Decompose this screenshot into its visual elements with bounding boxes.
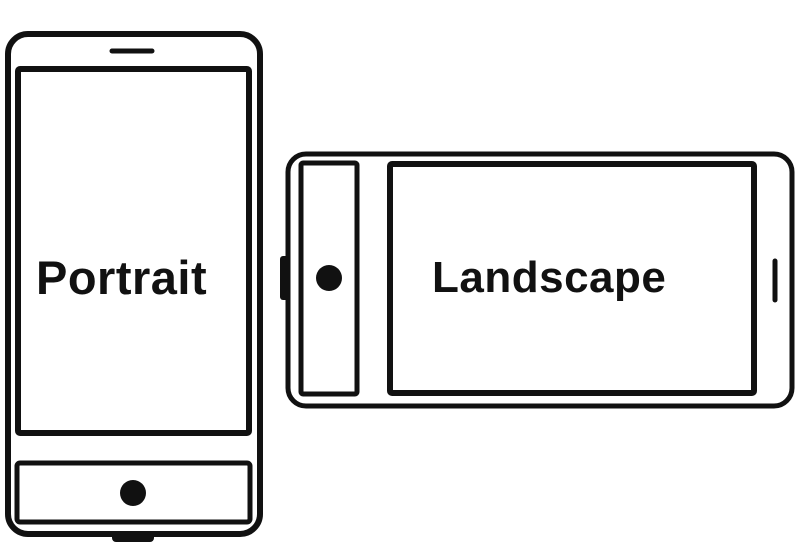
orientation-diagram: Portrait Landscape bbox=[0, 0, 800, 548]
portrait-label: Portrait bbox=[36, 251, 208, 304]
portrait-phone-home-button bbox=[120, 480, 146, 506]
landscape-phone-home-button bbox=[316, 265, 342, 291]
landscape-label: Landscape bbox=[432, 253, 667, 302]
